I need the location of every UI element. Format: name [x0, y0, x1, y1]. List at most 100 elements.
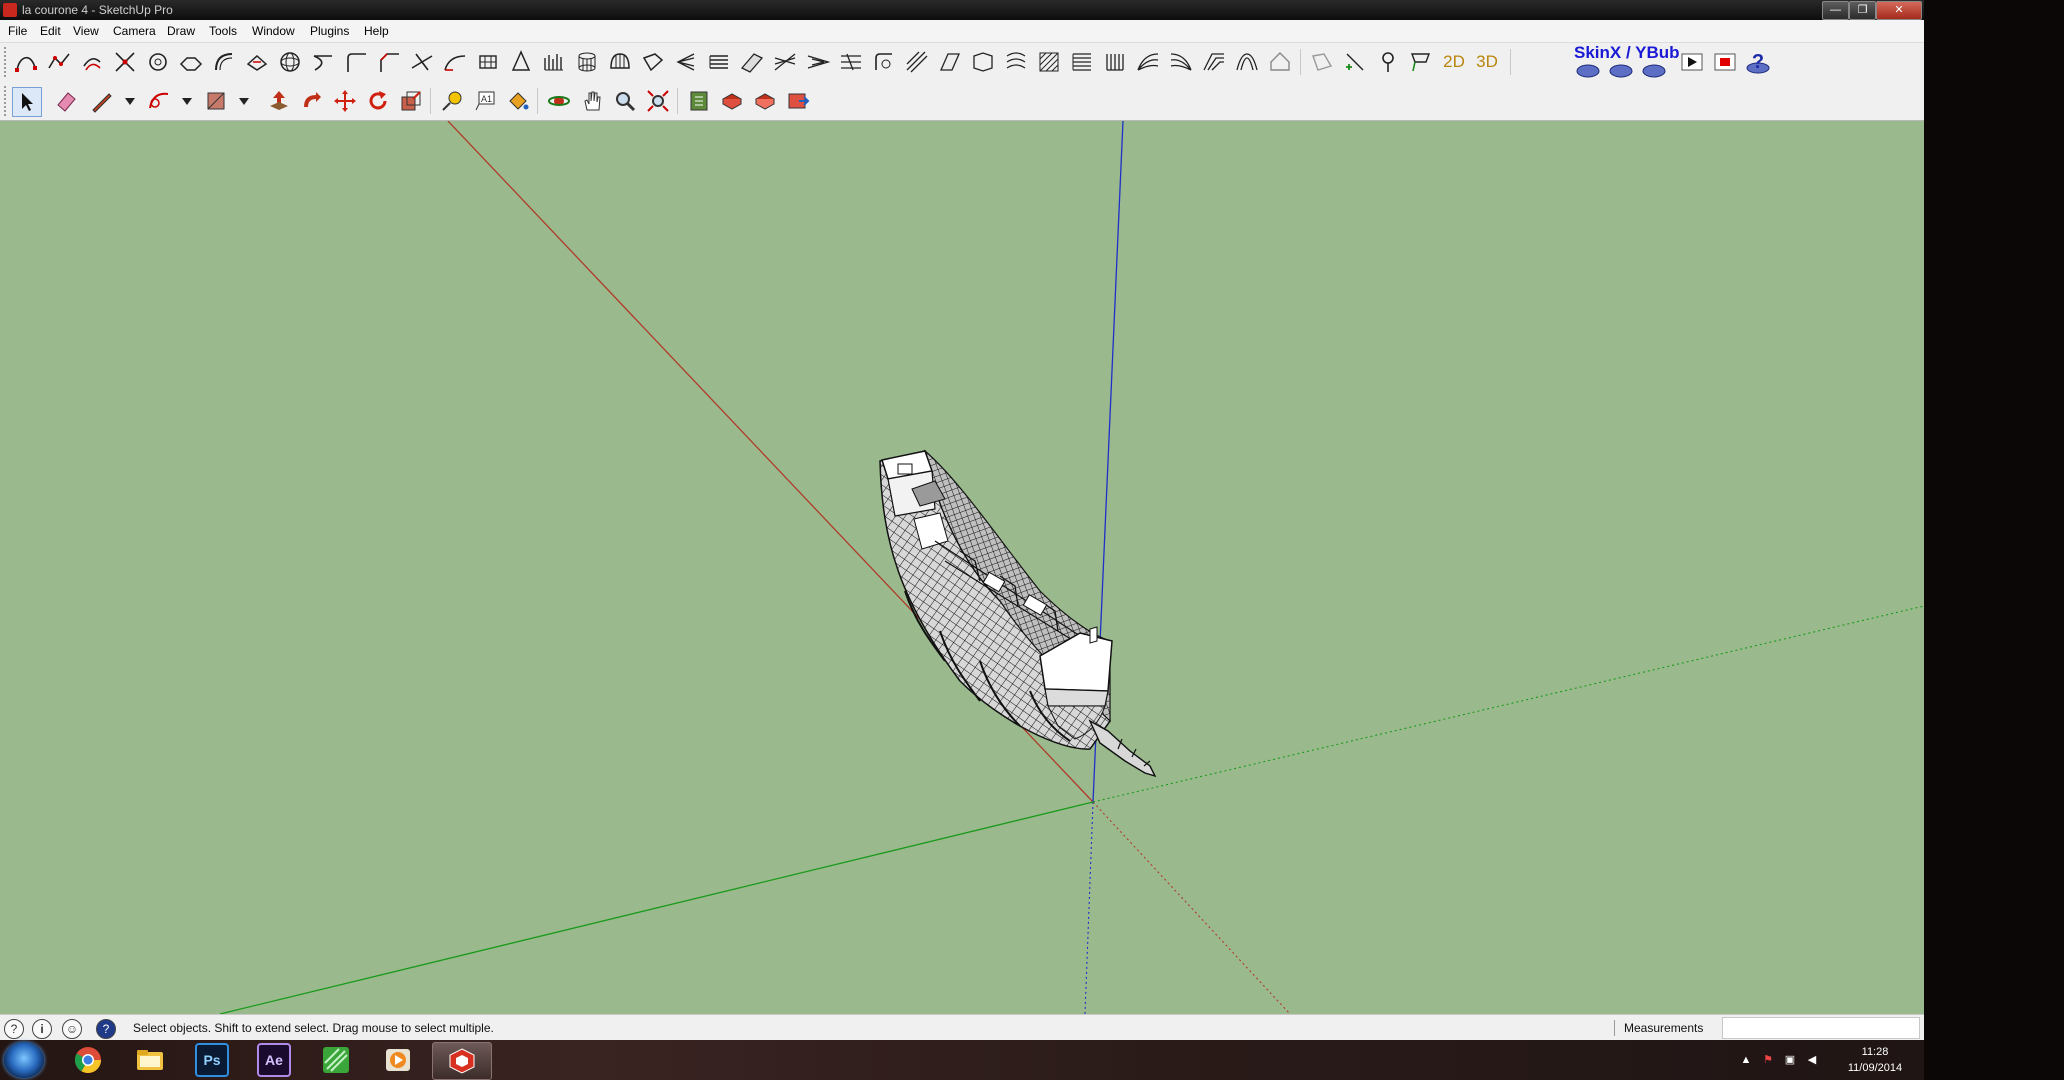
trim-icon[interactable]: [408, 48, 436, 76]
organic-mesh-icon[interactable]: [1233, 48, 1261, 76]
play-icon[interactable]: [1678, 48, 1706, 76]
cylinder-grid-icon[interactable]: [573, 48, 601, 76]
skinx-shell-icon-3[interactable]: [1640, 55, 1668, 83]
extrude-edges-icon[interactable]: [243, 48, 271, 76]
sweep-icon[interactable]: [309, 48, 337, 76]
menu-plugins[interactable]: Plugins: [310, 24, 349, 38]
paint-bucket-icon[interactable]: [504, 87, 532, 115]
scale-icon[interactable]: [397, 87, 425, 115]
extrude-along-path-icon[interactable]: [837, 48, 865, 76]
menu-edit[interactable]: Edit: [40, 24, 61, 38]
rotate-icon[interactable]: [364, 87, 392, 115]
instructor-help-icon[interactable]: ?: [96, 1019, 116, 1039]
geolocation-icon[interactable]: ?: [4, 1019, 24, 1039]
rectangle-icon[interactable]: [202, 87, 230, 115]
pan-hand-icon[interactable]: [578, 87, 606, 115]
clock-time[interactable]: 11:28: [1842, 1046, 1908, 1058]
measurements-input[interactable]: [1722, 1017, 1920, 1039]
get-models-icon[interactable]: [685, 87, 713, 115]
taskbar-media-player[interactable]: [370, 1042, 426, 1078]
view-3d-button[interactable]: 3D: [1473, 48, 1501, 76]
cone-icon[interactable]: [507, 48, 535, 76]
taskbar-photoshop[interactable]: Ps: [184, 1042, 240, 1078]
restore-button[interactable]: ❐: [1849, 1, 1876, 20]
minimize-button[interactable]: —: [1822, 1, 1849, 20]
cut-edge-icon[interactable]: [111, 48, 139, 76]
round-corner-icon[interactable]: [144, 48, 172, 76]
arc-icon[interactable]: [145, 87, 173, 115]
sphere-mesh-icon[interactable]: [276, 48, 304, 76]
chamfer-icon[interactable]: [375, 48, 403, 76]
bevel-icon[interactable]: [936, 48, 964, 76]
taskbar-sketchup[interactable]: [432, 1042, 492, 1080]
move-icon[interactable]: [331, 87, 359, 115]
extend-icon[interactable]: [441, 48, 469, 76]
fillet-icon[interactable]: [342, 48, 370, 76]
menu-help[interactable]: Help: [364, 24, 389, 38]
share-component-icon[interactable]: [751, 87, 779, 115]
fan-curves-icon[interactable]: [1134, 48, 1162, 76]
push-pull-icon[interactable]: [265, 87, 293, 115]
show-hidden-icons-icon[interactable]: ▲: [1740, 1054, 1752, 1066]
surface-patch-icon[interactable]: [738, 48, 766, 76]
orbit-icon[interactable]: [545, 87, 573, 115]
volume-icon[interactable]: ◀: [1806, 1054, 1818, 1066]
loft-icon[interactable]: [210, 48, 238, 76]
fan-mesh-icon[interactable]: [672, 48, 700, 76]
radial-curves-icon[interactable]: [1167, 48, 1195, 76]
taskbar-file-explorer[interactable]: [122, 1042, 178, 1078]
layer-stack-icon[interactable]: [705, 48, 733, 76]
action-center-icon[interactable]: ⚑: [1762, 1054, 1774, 1066]
curviloft-icon[interactable]: [1002, 48, 1030, 76]
text-icon[interactable]: A1: [471, 87, 499, 115]
zoom-extents-icon[interactable]: [644, 87, 672, 115]
rotate-object-icon[interactable]: [870, 48, 898, 76]
menu-view[interactable]: View: [73, 24, 99, 38]
sandbox-icon[interactable]: [1308, 48, 1336, 76]
line-tool-dropdown[interactable]: [125, 98, 135, 105]
shape-tool-dropdown[interactable]: [239, 98, 249, 105]
arc-tool-dropdown[interactable]: [182, 98, 192, 105]
twist-icon[interactable]: [771, 48, 799, 76]
select-arrow-icon[interactable]: [12, 87, 42, 117]
shape-bender-icon[interactable]: [177, 48, 205, 76]
polyline-icon[interactable]: [45, 48, 73, 76]
menu-draw[interactable]: Draw: [167, 24, 195, 38]
menu-file[interactable]: File: [8, 24, 27, 38]
stop-icon[interactable]: [1711, 48, 1739, 76]
bezier-curve-icon[interactable]: [12, 48, 40, 76]
grid-extrude-icon[interactable]: [540, 48, 568, 76]
clock-date[interactable]: 11/09/2014: [1838, 1062, 1912, 1074]
offset-curve-icon[interactable]: [78, 48, 106, 76]
network-icon[interactable]: ▣: [1784, 1054, 1796, 1066]
ship-model[interactable]: [879, 449, 1157, 778]
skinx-shell-icon-2[interactable]: [1607, 55, 1635, 83]
model-viewport[interactable]: [0, 121, 1924, 1014]
dome-icon[interactable]: [606, 48, 634, 76]
credits-icon[interactable]: i: [32, 1019, 52, 1039]
menu-window[interactable]: Window: [252, 24, 295, 38]
zoom-icon[interactable]: [611, 87, 639, 115]
user-account-icon[interactable]: ☺: [62, 1019, 82, 1039]
warp-icon[interactable]: [804, 48, 832, 76]
box-grid-icon[interactable]: [474, 48, 502, 76]
shell-icon[interactable]: [639, 48, 667, 76]
hatched-grid-icon[interactable]: [1035, 48, 1063, 76]
tape-measure-icon[interactable]: [438, 87, 466, 115]
taskbar-sketchbook[interactable]: [308, 1042, 364, 1078]
extension-warehouse-icon[interactable]: [784, 87, 812, 115]
eraser-icon[interactable]: [52, 87, 80, 115]
help-question-icon[interactable]: ?: [1744, 48, 1772, 76]
sweep-surface-icon[interactable]: [1200, 48, 1228, 76]
close-button[interactable]: ✕: [1876, 1, 1922, 20]
view-2d-button[interactable]: 2D: [1440, 48, 1468, 76]
skinx-shell-icon-1[interactable]: [1574, 55, 1602, 83]
follow-me-icon[interactable]: [298, 87, 326, 115]
start-button[interactable]: [4, 1042, 44, 1078]
menu-camera[interactable]: Camera: [113, 24, 156, 38]
diagonal-mesh-icon[interactable]: [903, 48, 931, 76]
taskbar-after-effects[interactable]: Ae: [246, 1042, 302, 1078]
text-leader-icon[interactable]: [1407, 48, 1435, 76]
layered-lines-icon[interactable]: [1068, 48, 1096, 76]
add-point-icon[interactable]: [1341, 48, 1369, 76]
